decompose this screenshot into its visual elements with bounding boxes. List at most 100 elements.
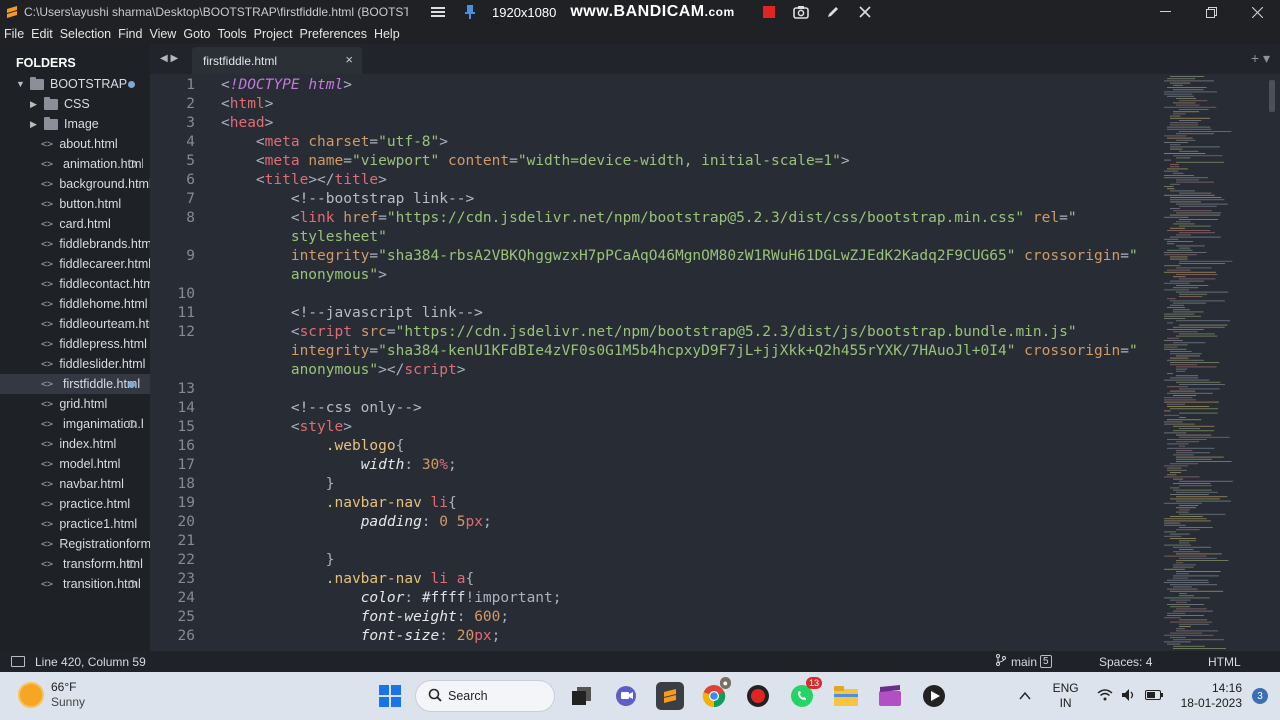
panel-toggle-icon[interactable]	[11, 656, 25, 667]
code-editor[interactable]: 1 <!DOCTYPE html> 2 <html> 3 <head> 4 <meta ch…	[150, 74, 1160, 651]
code-file-icon: <>	[41, 518, 54, 530]
sublime-text-icon[interactable]	[656, 682, 684, 710]
tree-file[interactable]: <> fiddlepress.html	[0, 334, 150, 354]
taskbar-search[interactable]: Search	[416, 681, 554, 711]
teams-chat-icon[interactable]	[612, 682, 640, 710]
tree-file[interactable]: <> fiddlecareer.html	[0, 254, 150, 274]
code-line: 12 <script src="https://cdn.jsdelivr.net…	[150, 323, 1160, 342]
menu-item-file[interactable]: File	[4, 27, 24, 41]
menu-item-tools[interactable]: Tools	[217, 27, 246, 41]
cursor-position[interactable]: Line 420, Column 59	[35, 655, 146, 669]
tree-folder-root[interactable]: ▼ BOOTSTRAP	[0, 74, 150, 94]
minimap[interactable]	[1160, 74, 1280, 651]
line-number: 16	[177, 438, 195, 454]
language-indicator[interactable]: ENG IN	[1053, 681, 1079, 711]
restore-icon[interactable]	[1188, 0, 1234, 24]
menu-item-goto[interactable]: Goto	[183, 27, 210, 41]
media-player-icon[interactable]	[920, 682, 948, 710]
chrome-icon[interactable]: ●	[700, 677, 731, 710]
tree-file[interactable]: <> button.html	[0, 194, 150, 214]
chevron-down-icon[interactable]: ▼	[16, 79, 26, 89]
close-icon[interactable]	[1234, 0, 1280, 24]
tree-file[interactable]: <> about.html	[0, 134, 150, 154]
video-editor-icon[interactable]	[876, 682, 904, 710]
task-view-icon[interactable]	[568, 682, 596, 710]
code-token: {	[448, 495, 457, 511]
minimap-line	[1167, 469, 1187, 471]
tree-folder-css[interactable]: ▶ CSS	[0, 94, 150, 114]
tree-file[interactable]: <> Registrationform.html	[0, 534, 150, 554]
notification-count-badge[interactable]: 3	[1252, 688, 1268, 704]
pencil-icon[interactable]	[823, 2, 843, 22]
minimap-line	[1164, 340, 1183, 341]
minimap-line	[1170, 357, 1189, 359]
pin-icon[interactable]	[460, 2, 480, 22]
chevron-right-icon[interactable]: ▶	[30, 99, 40, 110]
tree-file[interactable]: <> grid.html	[0, 394, 150, 414]
minimize-icon[interactable]	[1142, 0, 1188, 24]
line-number: 3	[186, 115, 195, 131]
minimap-line	[1176, 511, 1189, 513]
tree-file[interactable]: <> transform.html	[0, 554, 150, 574]
indentation-setting[interactable]: Spaces: 4	[1099, 655, 1152, 669]
vertical-scrollbar-thumb[interactable]	[1269, 80, 1275, 112]
file-explorer-icon[interactable]	[832, 682, 860, 710]
tree-file[interactable]: <> transition.html	[0, 574, 150, 594]
bandicam-record-icon[interactable]	[744, 682, 772, 710]
speaker-icon[interactable]	[1121, 688, 1137, 705]
tree-file[interactable]: <> background.html	[0, 174, 150, 194]
tab-firstfiddle[interactable]: firstfiddle.html ×	[192, 47, 362, 74]
tree-file[interactable]: <> practice.html	[0, 494, 150, 514]
tab-nav-arrows-icon[interactable]: ◀ ▶	[160, 53, 178, 64]
weather-widget[interactable]: 66°F Sunny	[20, 680, 85, 710]
clock[interactable]: 14:16 18-01-2023	[1181, 681, 1242, 711]
git-branch[interactable]: main 5	[996, 654, 1052, 669]
tree-folder-image[interactable]: ▶ Image	[0, 114, 150, 134]
minimap-line	[1173, 478, 1183, 480]
code-token: "https://cdn.jsdelivr.net/npm/bootstrap@…	[395, 324, 1077, 340]
file-label: about.html	[59, 137, 118, 151]
menu-item-find[interactable]: Find	[118, 27, 142, 41]
tree-file[interactable]: <> firstfiddle.html	[0, 374, 150, 394]
menu-item-view[interactable]: View	[149, 27, 176, 41]
tree-file[interactable]: <> fiddleourteam.html	[0, 314, 150, 334]
tab-close-icon[interactable]: ×	[345, 52, 353, 67]
unsaved-ring-icon	[128, 560, 136, 568]
syntax-setting[interactable]: HTML	[1208, 655, 1241, 669]
menu-item-selection[interactable]: Selection	[60, 27, 111, 41]
menu-item-edit[interactable]: Edit	[31, 27, 53, 41]
whatsapp-icon[interactable]: 13	[788, 677, 822, 710]
menu-lines-icon[interactable]	[428, 2, 448, 22]
tree-file[interactable]: <> card.html	[0, 214, 150, 234]
code-line: 22 }	[150, 551, 1160, 570]
camera-icon[interactable]	[791, 2, 811, 22]
menu-item-help[interactable]: Help	[374, 27, 400, 41]
tree-file[interactable]: <>imganimation.html	[0, 414, 150, 434]
bandicam-close-icon[interactable]	[855, 2, 875, 22]
minimap-line	[1164, 135, 1187, 137]
menu-item-project[interactable]: Project	[254, 27, 293, 41]
minimap-line	[1164, 91, 1217, 93]
tree-file[interactable]: <> model.html	[0, 454, 150, 474]
record-stop-icon[interactable]	[759, 2, 779, 22]
minimap-line	[1179, 505, 1199, 506]
windows-start-icon[interactable]	[376, 682, 404, 710]
tree-file[interactable]: <> animation.html	[0, 154, 150, 174]
code-token: =	[509, 153, 518, 169]
tree-file[interactable]: <> navbar.html	[0, 474, 150, 494]
battery-icon[interactable]	[1144, 689, 1163, 703]
tab-overflow-icons[interactable]: + ▾	[1251, 50, 1270, 67]
menu-item-preferences[interactable]: Preferences	[300, 27, 367, 41]
wifi-icon[interactable]	[1097, 688, 1113, 704]
tree-file[interactable]: <> fiddlehome.html	[0, 294, 150, 314]
tree-file[interactable]: <> index.html	[0, 434, 150, 454]
chevron-right-icon[interactable]: ▶	[30, 119, 40, 130]
whatsapp-unread-badge: 13	[805, 677, 822, 689]
tree-file[interactable]: <> fiddlebrands.html	[0, 234, 150, 254]
tree-file[interactable]: <> fiddleslider.html	[0, 354, 150, 374]
tree-file[interactable]: <> fiddlecontact.html	[0, 274, 150, 294]
minimap-line	[1164, 318, 1186, 319]
tree-file[interactable]: <> practice1.html	[0, 514, 150, 534]
chevron-up-icon[interactable]	[1019, 689, 1031, 703]
